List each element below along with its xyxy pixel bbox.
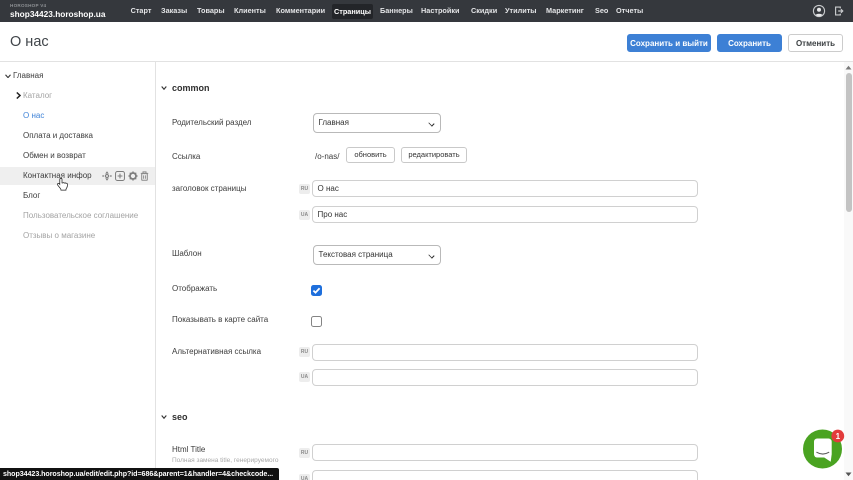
svg-text:1: 1 <box>836 432 841 441</box>
